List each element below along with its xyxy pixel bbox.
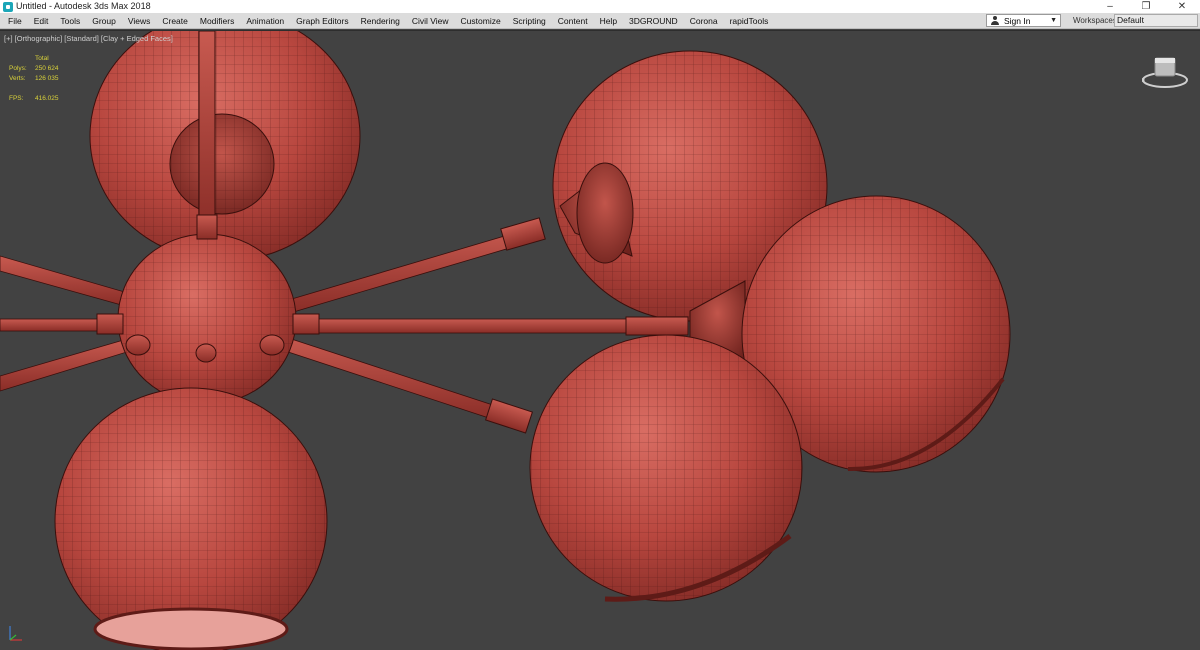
menu-views[interactable]: Views xyxy=(122,13,157,29)
user-icon xyxy=(990,15,1000,26)
workspace-select[interactable]: Default xyxy=(1114,14,1198,27)
fps-value: 416.025 xyxy=(35,95,59,102)
restore-button[interactable]: ❐ xyxy=(1128,0,1164,13)
menu-corona[interactable]: Corona xyxy=(684,13,724,29)
globe-top-left xyxy=(89,31,361,262)
menu-edit[interactable]: Edit xyxy=(28,13,55,29)
close-button[interactable]: ✕ xyxy=(1164,0,1200,13)
fps-label: FPS: xyxy=(9,95,24,102)
workspaces-label: Workspaces: xyxy=(1073,16,1120,25)
menu-civil-view[interactable]: Civil View xyxy=(406,13,455,29)
menu-group[interactable]: Group xyxy=(86,13,122,29)
window-title: Untitled - Autodesk 3ds Max 2018 xyxy=(16,1,151,11)
polys-value: 250 624 xyxy=(35,65,59,72)
viewport-label[interactable]: [+] [Orthographic] [Standard] [Clay + Ed… xyxy=(4,34,173,43)
title-bar: Untitled - Autodesk 3ds Max 2018 – ❐ ✕ xyxy=(0,0,1200,13)
menu-scripting[interactable]: Scripting xyxy=(507,13,552,29)
menu-3dground[interactable]: 3DGROUND xyxy=(623,13,684,29)
viewcube-icon[interactable] xyxy=(1141,52,1189,92)
viewport[interactable]: [+] [Orthographic] [Standard] [Clay + Ed… xyxy=(0,30,1200,650)
menu-tools[interactable]: Tools xyxy=(54,13,86,29)
menu-bar: File Edit Tools Group Views Create Modif… xyxy=(0,13,1200,29)
menu-animation[interactable]: Animation xyxy=(240,13,290,29)
sign-in-dropdown[interactable]: Sign In ▼ xyxy=(986,14,1061,27)
menu-rendering[interactable]: Rendering xyxy=(355,13,406,29)
menu-create[interactable]: Create xyxy=(156,13,194,29)
menu-modifiers[interactable]: Modifiers xyxy=(194,13,240,29)
axis-tripod-icon xyxy=(9,626,22,641)
sign-in-label: Sign In xyxy=(1004,15,1031,26)
menu-graph-editors[interactable]: Graph Editors xyxy=(290,13,354,29)
stats-total-header: Total xyxy=(35,55,49,62)
chevron-down-icon: ▼ xyxy=(1050,17,1057,24)
3ds-max-app-icon[interactable] xyxy=(3,1,13,12)
globe-bottom-left xyxy=(54,387,328,650)
window-controls: – ❐ ✕ xyxy=(1092,0,1200,13)
menu-rapidtools[interactable]: rapidTools xyxy=(724,13,775,29)
polys-label: Polys: xyxy=(9,65,27,72)
minimize-button[interactable]: – xyxy=(1092,0,1128,13)
menu-file[interactable]: File xyxy=(0,13,28,29)
statistics-overlay: Total Polys: 250 624 Verts: 126 035 FPS: 41… xyxy=(9,54,75,104)
scene-render[interactable] xyxy=(0,31,1200,650)
menu-content[interactable]: Content xyxy=(552,13,594,29)
verts-value: 126 035 xyxy=(35,75,59,82)
menu-help[interactable]: Help xyxy=(594,13,623,29)
menu-customize[interactable]: Customize xyxy=(455,13,507,29)
verts-label: Verts: xyxy=(9,75,26,82)
globe-bottom-right xyxy=(484,334,803,602)
